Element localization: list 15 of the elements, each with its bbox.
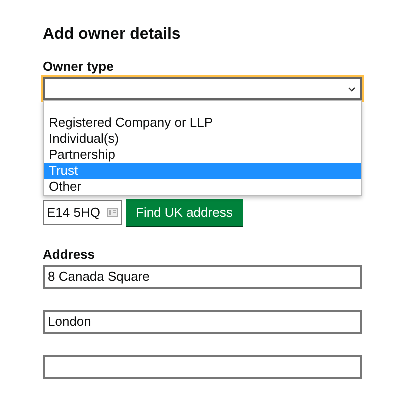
page-heading: Add owner details	[43, 26, 182, 44]
owner-type-select[interactable]	[43, 77, 362, 100]
address-line-field[interactable]	[43, 355, 362, 379]
postcode-field[interactable]: E14 5HQ	[43, 200, 122, 225]
dropdown-option[interactable]: Partnership	[44, 147, 361, 163]
find-address-button[interactable]: Find UK address	[126, 199, 243, 226]
dropdown-option[interactable]: Other	[44, 179, 361, 195]
address-line-field[interactable]: London	[43, 310, 362, 334]
address-line-field[interactable]: 8 Canada Square	[43, 265, 362, 289]
caret-icon	[348, 87, 356, 92]
dropdown-option[interactable]: Individual(s)	[44, 131, 361, 147]
field-label: Owner type	[43, 59, 115, 74]
contact-card-icon	[107, 208, 118, 217]
field-label: Address	[43, 247, 96, 262]
dropdown-option[interactable]: Registered Company or LLP	[44, 115, 361, 131]
